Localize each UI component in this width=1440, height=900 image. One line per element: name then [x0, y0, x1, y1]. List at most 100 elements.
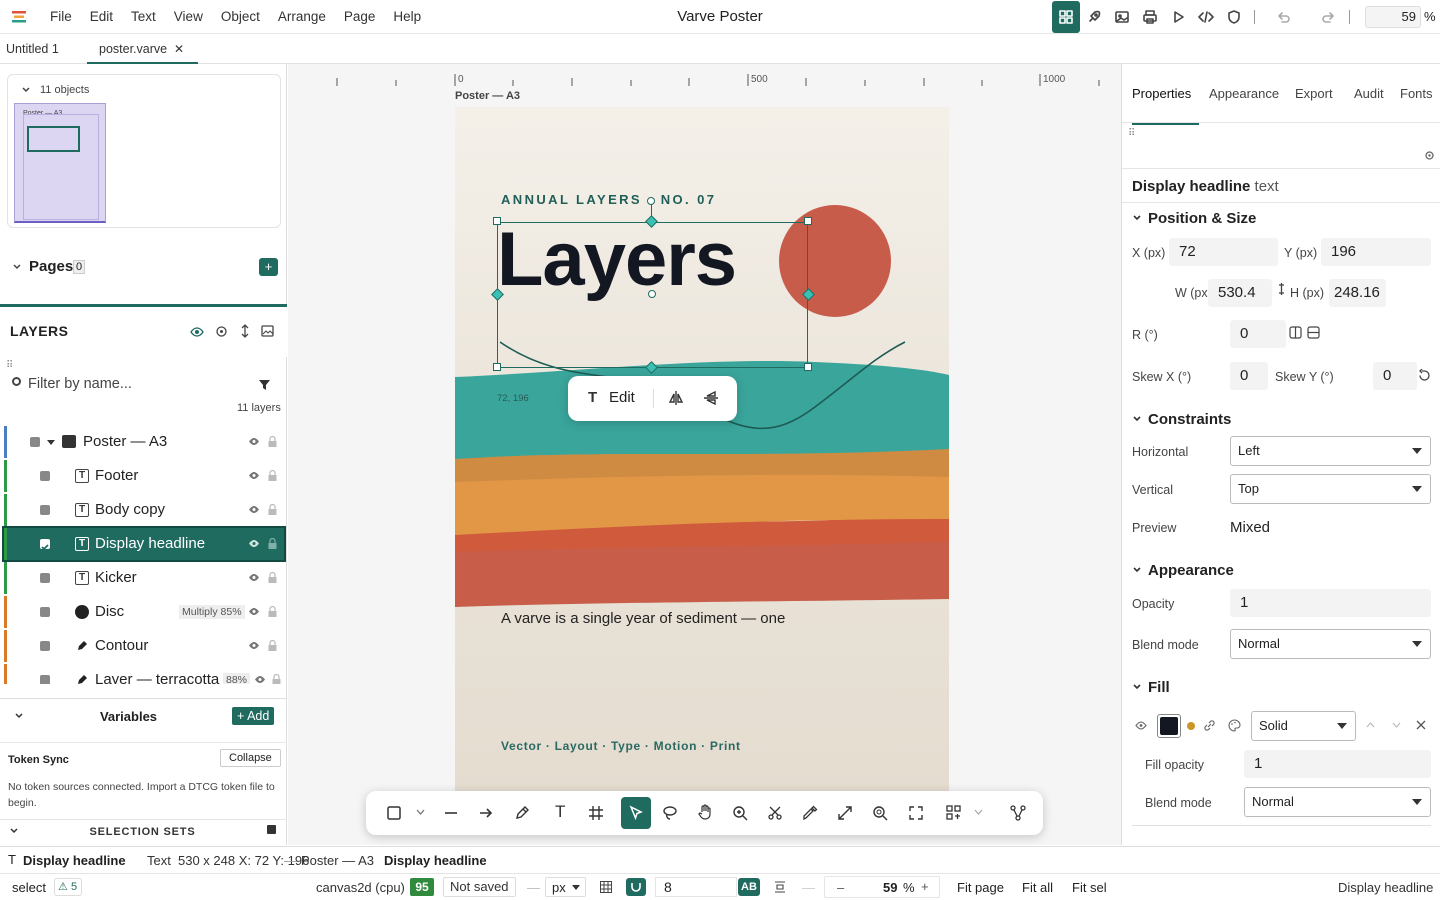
eye-icon[interactable]	[248, 539, 260, 548]
poster-artboard[interactable]: ANNUAL LAYERS · NO. 07 Layers 72, 196 A …	[455, 107, 949, 802]
canvas[interactable]: 0 500 1000 Poster — A3 ANNUAL LAYERS · N…	[288, 64, 1121, 845]
lock-icon[interactable]	[268, 470, 277, 481]
layer-checkbox[interactable]	[30, 437, 40, 447]
chevron-down-icon[interactable]	[974, 809, 983, 816]
sort-icon[interactable]	[240, 324, 250, 338]
eye-icon[interactable]	[248, 573, 260, 582]
layer-kicker[interactable]: T Kicker	[4, 562, 284, 594]
layer-checkbox[interactable]	[40, 607, 50, 617]
components-icon[interactable]	[946, 805, 962, 821]
fit-page-button[interactable]: Fit page	[957, 880, 1004, 895]
palette-icon[interactable]	[1228, 719, 1241, 732]
text-tool-icon[interactable]: T	[555, 802, 565, 822]
section-appearance[interactable]: Appearance	[1132, 562, 1234, 579]
eye-icon[interactable]	[248, 505, 260, 514]
eye-icon[interactable]	[254, 675, 266, 684]
dashboard-button[interactable]	[1052, 1, 1080, 33]
chevron-down-icon[interactable]	[12, 262, 22, 272]
vertical-select[interactable]: Top	[1230, 474, 1431, 504]
launch-button[interactable]	[1080, 1, 1108, 33]
layer-display-headline[interactable]: T Display headline	[2, 526, 286, 562]
move-down-icon[interactable]	[1392, 722, 1401, 728]
hand-tool-icon[interactable]	[697, 804, 713, 821]
layer-checkbox[interactable]	[40, 471, 50, 481]
lock-icon[interactable]	[268, 504, 277, 515]
menu-page[interactable]: Page	[335, 0, 385, 34]
blend-mode-select[interactable]: Normal	[1230, 629, 1431, 659]
center-handle[interactable]	[648, 290, 656, 298]
token-dot-icon[interactable]	[1187, 722, 1195, 730]
add-variable-button[interactable]: + Add	[232, 707, 275, 725]
lock-icon[interactable]	[268, 436, 277, 447]
skew-x-input[interactable]: 0	[1230, 362, 1268, 390]
unit-select[interactable]: px	[545, 877, 586, 897]
rectangle-tool-icon[interactable]	[386, 805, 402, 821]
lasso-tool-icon[interactable]	[662, 805, 678, 821]
layer-checkbox[interactable]	[40, 641, 50, 651]
move-up-icon[interactable]	[1366, 722, 1375, 728]
layer-footer[interactable]: T Footer	[4, 460, 284, 492]
filter-input[interactable]: Filter by name...	[28, 376, 132, 392]
target-icon[interactable]	[215, 325, 228, 338]
opacity-input[interactable]: 1	[1230, 589, 1431, 617]
zoom-input[interactable]: 59	[1365, 6, 1421, 28]
zoom-out-button[interactable]: –	[837, 880, 844, 895]
eye-icon[interactable]	[1135, 721, 1147, 730]
resize-handle-sw[interactable]	[493, 363, 501, 371]
tab-poster[interactable]: poster.varve ✕	[87, 35, 198, 64]
score-badge[interactable]: 95	[410, 878, 434, 896]
layer-checkbox[interactable]	[40, 573, 50, 583]
menu-text[interactable]: Text	[122, 0, 165, 34]
gear-icon[interactable]	[1424, 150, 1435, 161]
eye-icon[interactable]	[248, 641, 260, 650]
image-button[interactable]	[1108, 1, 1136, 33]
code-button[interactable]	[1192, 1, 1220, 33]
eyedropper-icon[interactable]	[802, 805, 818, 821]
grid-icon[interactable]	[600, 881, 612, 893]
kicker-text[interactable]: ANNUAL LAYERS · NO. 07	[501, 192, 716, 207]
layer-checkbox-checked[interactable]	[40, 539, 50, 551]
lock-icon[interactable]	[268, 572, 277, 583]
frame-tool-icon[interactable]	[588, 805, 604, 821]
warnings-badge[interactable]: ⚠ 5	[54, 878, 83, 896]
link-icon[interactable]	[1203, 719, 1216, 732]
eye-icon[interactable]	[248, 437, 260, 446]
w-input[interactable]: 530.4	[1208, 279, 1272, 307]
resize-handle-nw[interactable]	[493, 217, 501, 225]
layer-poster-a3[interactable]: Poster — A3	[4, 426, 284, 458]
lock-icon[interactable]	[268, 538, 277, 549]
layer-disc[interactable]: Disc Multiply 85%	[4, 596, 284, 628]
chevron-down-icon[interactable]	[46, 439, 56, 446]
tab-export[interactable]: Export	[1295, 64, 1333, 123]
resize-handle-ne[interactable]	[804, 217, 812, 225]
section-fill[interactable]: Fill	[1132, 679, 1170, 696]
layer-filter[interactable]: Filter by name...	[8, 372, 280, 398]
scissors-icon[interactable]	[767, 805, 783, 821]
y-input[interactable]: 196	[1321, 238, 1431, 266]
skew-y-input[interactable]: 0	[1373, 362, 1417, 390]
rotate-handle[interactable]	[647, 197, 655, 205]
expand-icon[interactable]	[837, 805, 853, 821]
flip-h-icon[interactable]	[1289, 326, 1302, 339]
flip-vertical-icon[interactable]	[703, 390, 719, 406]
grid-size-input[interactable]: 8	[655, 877, 737, 897]
shield-button[interactable]	[1220, 1, 1248, 33]
tab-fonts[interactable]: Fonts	[1400, 64, 1433, 123]
menu-arrange[interactable]: Arrange	[269, 0, 335, 34]
filter-icon[interactable]	[259, 379, 270, 390]
close-icon[interactable]	[1416, 720, 1426, 730]
lock-icon[interactable]	[268, 606, 277, 617]
layer-checkbox[interactable]	[40, 505, 50, 515]
artboard-label[interactable]: Poster — A3	[455, 90, 520, 102]
fill-color-swatch[interactable]	[1157, 714, 1181, 738]
snap-toggle[interactable]	[626, 878, 646, 896]
drag-handle-icon[interactable]: ⠿	[1128, 128, 1135, 139]
zoom-value[interactable]: 59	[883, 880, 897, 895]
section-position-size[interactable]: Position & Size	[1132, 210, 1256, 227]
zoom-in-button[interactable]: +	[921, 879, 929, 894]
reset-icon[interactable]	[1418, 369, 1431, 382]
flip-horizontal-icon[interactable]	[668, 390, 684, 406]
eye-icon[interactable]	[190, 327, 204, 337]
eye-icon[interactable]	[248, 607, 260, 616]
drag-handle-icon[interactable]: ⠿	[6, 360, 13, 371]
